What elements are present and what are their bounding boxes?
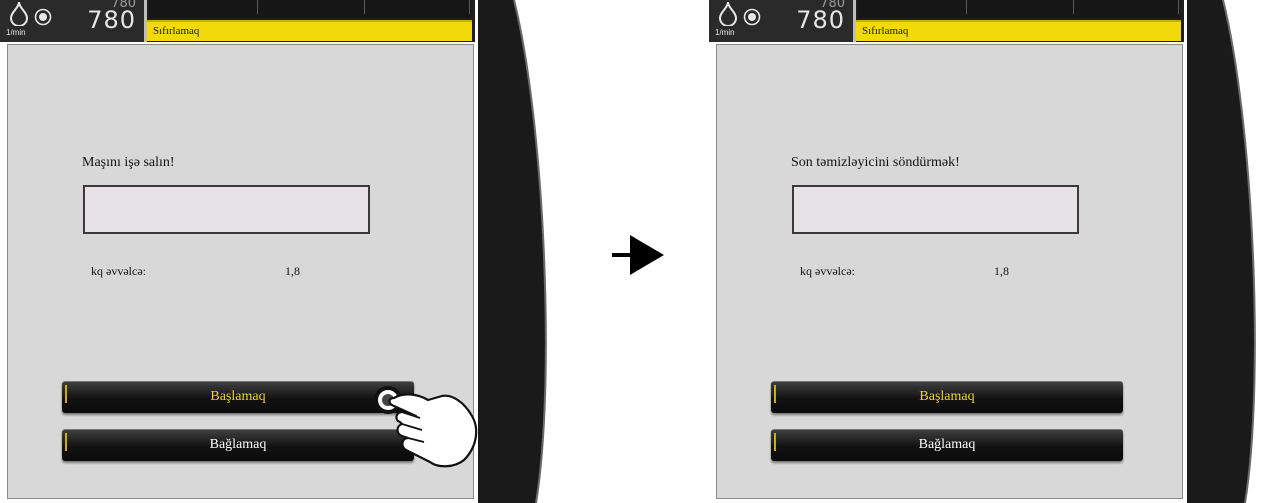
- weight-before-value: 1,8: [994, 264, 1009, 278]
- scale-tick: [1073, 0, 1074, 14]
- start-button[interactable]: Başlamaq: [62, 381, 414, 413]
- reset-label: Sıfırlamaq: [862, 25, 909, 37]
- device-rim: [1187, 0, 1256, 503]
- weight-before-value: 1,8: [285, 264, 300, 278]
- status-field: [792, 185, 1079, 234]
- start-button-label: Başlamaq: [210, 389, 266, 404]
- close-button-label: Bağlamaq: [918, 437, 976, 452]
- top-bar: 1/min 780 780 Sıfırlamaq: [0, 0, 475, 42]
- start-button[interactable]: Başlamaq: [771, 381, 1123, 413]
- close-button[interactable]: Bağlamaq: [771, 429, 1123, 461]
- pointing-hand-icon: [374, 386, 478, 468]
- speed-value: 780: [87, 6, 136, 34]
- instruction-message: Maşını işə salın!: [82, 155, 175, 170]
- speed-scale: [149, 0, 471, 18]
- scale-tick: [257, 0, 258, 14]
- start-button-label: Başlamaq: [919, 389, 975, 404]
- dialog-screen: Son təmizləyicini söndürmək! kq əvvəlcə:…: [716, 44, 1183, 499]
- weight-before-label: kq əvvəlcə:: [91, 264, 146, 278]
- reset-label: Sıfırlamaq: [153, 25, 200, 37]
- reset-button[interactable]: Sıfırlamaq: [856, 20, 1181, 41]
- speed-display: 1/min 780 780: [709, 0, 856, 42]
- screen-panel-after: 1/min 780 780 Sıfırlamaq Son təmizləyici…: [709, 0, 1269, 503]
- target-icon: [34, 8, 52, 26]
- speed-unit: 1/min: [6, 28, 26, 37]
- screen-panel-before: 1/min 780 780 Sıfırlamaq Maşını işə salı…: [0, 0, 560, 503]
- top-bar: 1/min 780 780 Sıfırlamaq: [709, 0, 1184, 42]
- weight-before-label: kq əvvəlcə:: [800, 264, 855, 278]
- close-button-label: Bağlamaq: [209, 437, 267, 452]
- speed-unit: 1/min: [715, 28, 735, 37]
- instruction-message: Son təmizləyicini söndürmək!: [791, 155, 960, 170]
- device-rim: [478, 0, 547, 503]
- drop-icon: [9, 1, 29, 26]
- status-field: [83, 185, 370, 234]
- reset-button[interactable]: Sıfırlamaq: [147, 20, 472, 41]
- speed-value: 780: [796, 6, 845, 34]
- scale-tick: [364, 0, 365, 14]
- scale-tick: [966, 0, 967, 14]
- arrow-right-icon: [612, 235, 664, 275]
- speed-scale: [858, 0, 1180, 18]
- close-button[interactable]: Bağlamaq: [62, 429, 414, 461]
- target-icon: [743, 8, 761, 26]
- drop-icon: [718, 1, 738, 26]
- speed-display: 1/min 780 780: [0, 0, 147, 42]
